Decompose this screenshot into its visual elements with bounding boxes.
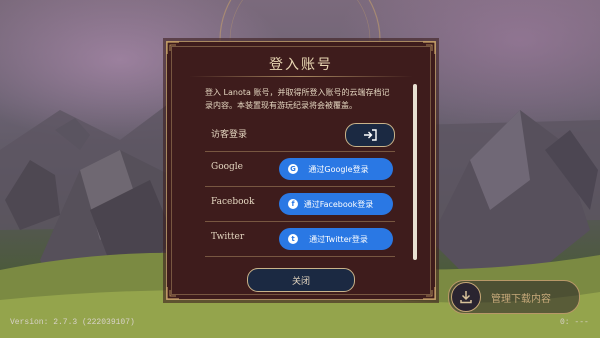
google-login-label: Google <box>211 162 243 172</box>
corner-ornament-icon <box>166 287 179 300</box>
twitter-icon: t <box>288 234 298 244</box>
facebook-login-label: Facebook <box>211 197 255 207</box>
guest-login-label: 访客登录 <box>211 130 248 140</box>
title-divider <box>189 76 413 77</box>
row-divider <box>205 221 395 222</box>
row-divider <box>205 151 395 152</box>
row-divider <box>205 186 395 187</box>
download-icon <box>451 282 481 312</box>
corner-ornament-icon <box>166 41 179 54</box>
google-login-button[interactable]: G 通过Google登录 <box>279 158 393 180</box>
corner-ornament-icon <box>423 287 436 300</box>
dialog-description: 登入 Lanota 账号，并取得所登入账号的云端存档记录内容。本装置现有游玩纪录… <box>205 88 390 110</box>
row-divider <box>205 256 395 257</box>
login-dialog: 登入账号 登入 Lanota 账号，并取得所登入账号的云端存档记录内容。本装置现… <box>166 41 436 300</box>
login-arrow-icon <box>364 129 377 141</box>
facebook-login-row: Facebook f 通过Facebook登录 <box>211 192 393 216</box>
close-button[interactable]: 关闭 <box>247 268 355 292</box>
google-login-row: Google G 通过Google登录 <box>211 157 393 181</box>
facebook-icon: f <box>288 199 298 209</box>
guest-login-row: 访客登录 <box>211 122 395 147</box>
twitter-login-row: Twitter t 通过Twitter登录 <box>211 227 393 251</box>
dialog-scrollbar[interactable] <box>413 84 417 260</box>
twitter-login-button-label: 通过Twitter登录 <box>309 234 368 244</box>
manage-downloads-label: 管理下载内容 <box>491 293 551 305</box>
facebook-login-button-label: 通过Facebook登录 <box>303 199 374 209</box>
google-icon: G <box>288 164 298 174</box>
twitter-login-label: Twitter <box>211 232 245 242</box>
google-login-button-label: 通过Google登录 <box>308 164 369 174</box>
twitter-login-button[interactable]: t 通过Twitter登录 <box>279 228 393 250</box>
facebook-login-button[interactable]: f 通过Facebook登录 <box>279 193 393 215</box>
manage-downloads-button[interactable]: 管理下载内容 <box>448 280 580 314</box>
version-label: Version: 2.7.3 (222039107) <box>10 318 135 327</box>
corner-ornament-icon <box>423 41 436 54</box>
status-label: 0: --- <box>560 318 589 327</box>
dialog-title: 登入账号 <box>269 57 333 73</box>
guest-login-button[interactable] <box>345 123 395 147</box>
